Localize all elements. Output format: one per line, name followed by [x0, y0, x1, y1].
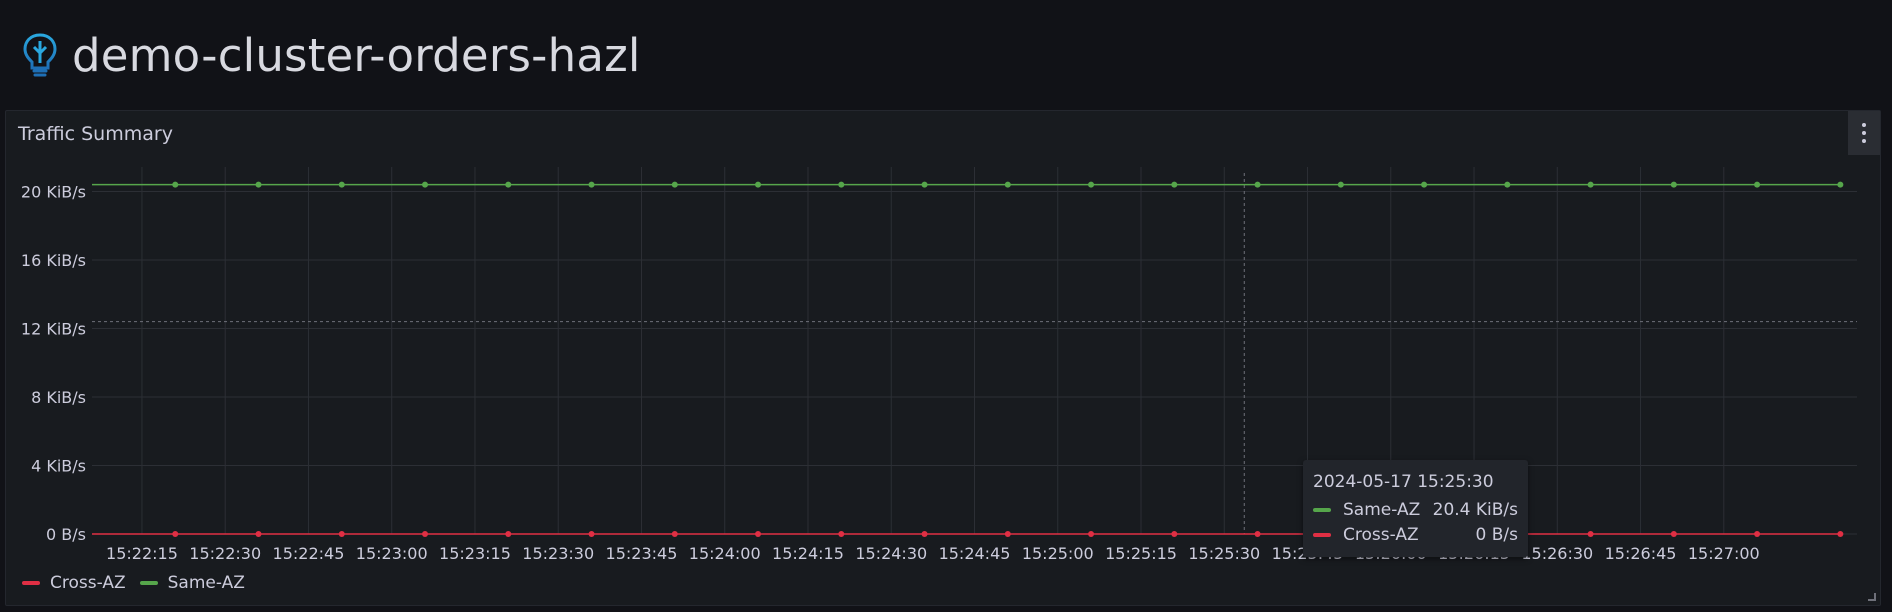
data-point	[338, 181, 345, 188]
data-point	[1004, 181, 1011, 188]
data-point	[1004, 531, 1011, 537]
tooltip-row-same-az: Same-AZ 20.4 KiB/s	[1313, 497, 1518, 522]
data-point	[422, 181, 429, 188]
data-point	[838, 181, 845, 188]
data-point	[588, 181, 595, 188]
tooltip-row-cross-az: Cross-AZ 0 B/s	[1313, 522, 1518, 547]
legend-swatch	[22, 581, 40, 585]
dashboard-header: demo-cluster-orders-hazl	[22, 26, 641, 84]
data-point	[172, 181, 179, 188]
data-point	[1171, 531, 1178, 537]
legend-label: Same-AZ	[167, 573, 245, 593]
data-point	[588, 531, 595, 537]
data-point	[255, 181, 262, 188]
data-point	[505, 181, 512, 188]
data-point	[1670, 531, 1677, 537]
tooltip-series-name: Cross-AZ	[1343, 524, 1419, 545]
data-point	[255, 531, 262, 537]
data-point	[1088, 181, 1095, 188]
legend-swatch	[139, 581, 158, 585]
y-tick-label: 12 KiB/s	[21, 320, 86, 339]
x-tick-label: 15:24:00	[689, 544, 761, 563]
x-tick-label: 15:24:15	[772, 544, 844, 563]
y-tick-label: 8 KiB/s	[31, 388, 86, 407]
x-tick-label: 15:23:45	[606, 544, 678, 563]
y-tick-label: 16 KiB/s	[21, 251, 86, 270]
data-point	[1337, 181, 1344, 188]
x-tick-label: 15:22:15	[106, 544, 178, 563]
data-point	[1421, 181, 1428, 188]
data-point	[921, 531, 928, 537]
y-tick-label: 20 KiB/s	[21, 183, 86, 202]
tooltip-swatch	[1313, 507, 1331, 512]
y-tick-label: 4 KiB/s	[31, 457, 86, 476]
data-point	[671, 181, 678, 188]
chart-legend: Cross-AZ Same-AZ	[22, 573, 259, 593]
x-tick-label: 15:25:15	[1105, 544, 1177, 563]
panel-title[interactable]: Traffic Summary	[18, 123, 173, 145]
data-point	[172, 531, 179, 537]
data-point	[1754, 531, 1761, 537]
x-tick-label: 15:24:30	[855, 544, 927, 563]
dashboard-title: demo-cluster-orders-hazl	[72, 28, 641, 82]
x-tick-label: 15:26:30	[1521, 544, 1593, 563]
panel-menu-button[interactable]	[1848, 111, 1880, 155]
data-point	[1254, 531, 1261, 537]
x-tick-label: 15:23:30	[522, 544, 594, 563]
traffic-chart[interactable]: 0 B/s 4 KiB/s 8 KiB/s 12 KiB/s 16 KiB/s 20 Ki…	[6, 111, 1882, 607]
x-tick-label: 15:23:15	[439, 544, 511, 563]
data-point	[921, 181, 928, 188]
legend-label: Cross-AZ	[50, 573, 126, 593]
x-tick-label: 15:25:00	[1022, 544, 1094, 563]
data-point	[671, 531, 678, 537]
data-point	[1504, 181, 1511, 188]
x-tick-label: 15:23:00	[356, 544, 428, 563]
data-point	[505, 531, 512, 537]
kebab-menu-icon	[1862, 121, 1866, 145]
data-point	[1587, 181, 1594, 188]
data-point	[422, 531, 429, 537]
x-tick-label: 15:25:30	[1188, 544, 1260, 563]
traffic-summary-panel: 0 B/s 4 KiB/s 8 KiB/s 12 KiB/s 16 KiB/s 20 Ki…	[5, 110, 1881, 606]
data-point	[1837, 181, 1844, 188]
tooltip-swatch	[1313, 532, 1331, 537]
x-tick-label: 15:24:45	[939, 544, 1011, 563]
legend-item-same-az[interactable]: Same-AZ	[139, 573, 245, 593]
data-point	[838, 531, 845, 537]
tooltip-series-value: 20.4 KiB/s	[1432, 499, 1518, 520]
data-point	[1837, 531, 1844, 537]
chart-tooltip: 2024-05-17 15:25:30 Same-AZ 20.4 KiB/s C…	[1303, 460, 1528, 557]
legend-item-cross-az[interactable]: Cross-AZ	[22, 573, 126, 593]
data-point	[1254, 181, 1261, 188]
data-point	[1171, 181, 1178, 188]
data-point	[1088, 531, 1095, 537]
x-tick-label: 15:22:30	[189, 544, 261, 563]
linkerd-logo-icon	[23, 33, 57, 77]
tooltip-series-name: Same-AZ	[1343, 499, 1421, 520]
tooltip-time: 2024-05-17 15:25:30	[1313, 472, 1494, 492]
data-point	[1587, 531, 1594, 537]
panel-resize-handle[interactable]	[1868, 593, 1876, 601]
data-point	[338, 531, 345, 537]
y-tick-label: 0 B/s	[46, 525, 86, 544]
data-point	[1670, 181, 1677, 188]
data-point	[755, 181, 762, 188]
data-point	[755, 531, 762, 537]
tooltip-series-value: 0 B/s	[1475, 524, 1518, 545]
x-tick-label: 15:22:45	[273, 544, 345, 563]
x-tick-label: 15:27:00	[1688, 544, 1760, 563]
x-tick-label: 15:26:45	[1605, 544, 1677, 563]
data-point	[1754, 181, 1761, 188]
